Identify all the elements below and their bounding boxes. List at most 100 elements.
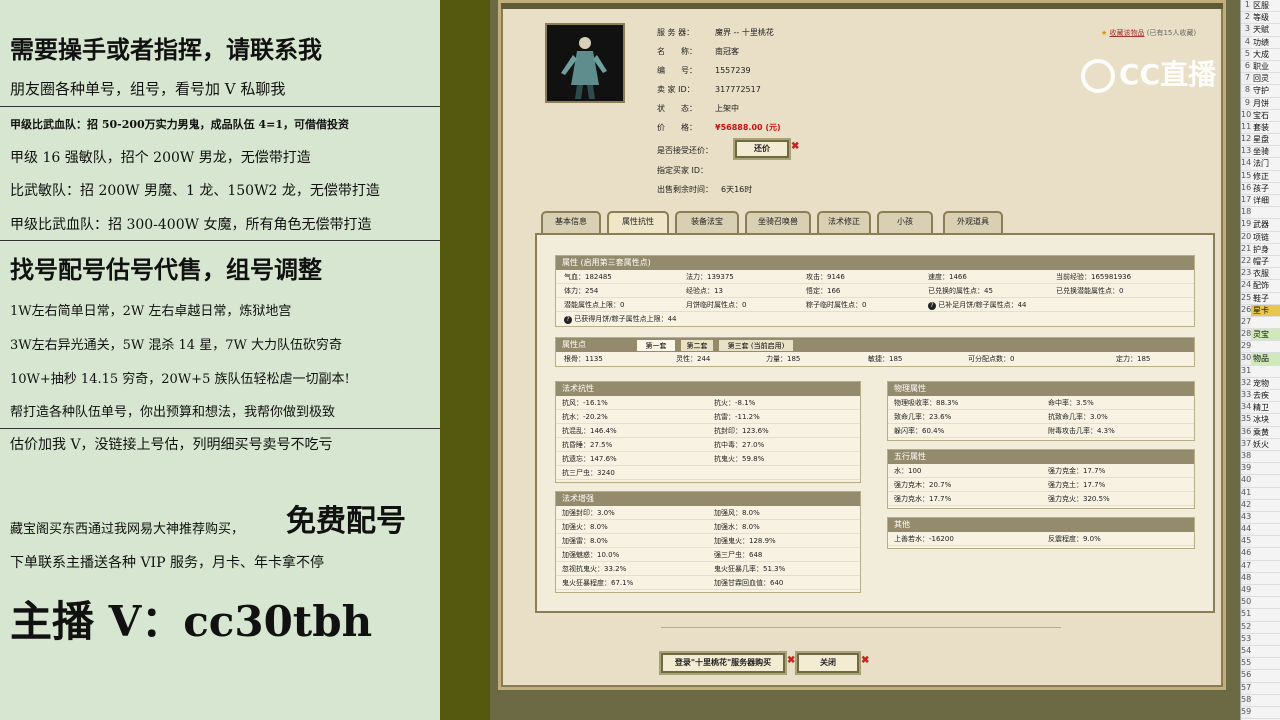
sheet-row[interactable]: 20 项链 xyxy=(1241,231,1280,244)
tab-2[interactable]: 属性抗性 xyxy=(607,211,669,233)
sheet-row[interactable]: 27 xyxy=(1241,316,1280,330)
sheet-cell[interactable]: 配饰 xyxy=(1251,280,1269,291)
sheet-cell[interactable]: 职业 xyxy=(1251,61,1269,72)
sheet-cell[interactable]: 鞋子 xyxy=(1251,293,1269,304)
sheet-row[interactable]: 21 护身 xyxy=(1241,243,1280,256)
sheet-row[interactable]: 55 xyxy=(1241,658,1280,671)
sheet-row[interactable]: 33 去疾 xyxy=(1241,390,1280,403)
sheet-cell[interactable] xyxy=(1251,317,1253,328)
sheet-row[interactable]: 29 xyxy=(1241,341,1280,354)
sheet-row[interactable]: 23 衣服 xyxy=(1241,268,1280,281)
tab-4[interactable]: 坐骑召唤兽 xyxy=(745,211,811,233)
sheet-row[interactable]: 53 xyxy=(1241,633,1280,646)
sheet-row[interactable]: 47 xyxy=(1241,560,1280,573)
sheet-cell[interactable] xyxy=(1251,463,1253,474)
sheet-cell[interactable] xyxy=(1251,683,1253,694)
sheet-row[interactable]: 30 物品 xyxy=(1241,353,1280,366)
sheet-row[interactable]: 18 xyxy=(1241,207,1280,220)
sheet-row[interactable]: 22 帽子 xyxy=(1241,255,1280,269)
sheet-row[interactable]: 10 宝石 xyxy=(1241,109,1280,122)
sheet-row[interactable]: 35 冰块 xyxy=(1241,414,1280,427)
tab-7[interactable]: 外观道具 xyxy=(943,211,1003,233)
sheet-cell[interactable] xyxy=(1251,451,1253,462)
sheet-cell[interactable] xyxy=(1251,573,1253,584)
favorite-link[interactable]: ★ 收藏该物品 (已有15人收藏) xyxy=(1101,28,1196,38)
sheet-cell[interactable]: 衣服 xyxy=(1251,268,1269,279)
sheet-cell[interactable] xyxy=(1251,622,1253,633)
sheet-row[interactable]: 46 xyxy=(1241,548,1280,561)
sheet-cell[interactable]: 乘黄 xyxy=(1251,427,1269,438)
sheet-cell[interactable]: 详细 xyxy=(1251,195,1269,206)
sheet-cell[interactable]: 套装 xyxy=(1251,122,1269,133)
sheet-cell[interactable]: 物品 xyxy=(1251,353,1269,364)
sheet-row[interactable]: 17 详细 xyxy=(1241,195,1280,208)
sheet-cell[interactable] xyxy=(1251,366,1253,377)
sheet-cell[interactable]: 修正 xyxy=(1251,171,1269,182)
close-button[interactable]: 关闭 xyxy=(797,653,859,673)
sheet-cell[interactable]: 月饼 xyxy=(1251,98,1269,109)
sheet-cell[interactable]: 护身 xyxy=(1251,244,1269,255)
sheet-cell[interactable] xyxy=(1251,634,1253,645)
sheet-row[interactable]: 6 职业 xyxy=(1241,60,1280,74)
sheet-cell[interactable] xyxy=(1251,512,1253,523)
sheet-cell[interactable]: 宠物 xyxy=(1251,378,1269,389)
sheet-row[interactable]: 42 xyxy=(1241,499,1280,512)
sheet-row[interactable]: 3 天赋 xyxy=(1241,24,1280,37)
sheet-row[interactable]: 36 乘黄 xyxy=(1241,426,1280,439)
sheet-cell[interactable] xyxy=(1251,695,1253,706)
sheet-row[interactable]: 4 功绩 xyxy=(1241,36,1280,49)
sheet-cell[interactable]: 星盘 xyxy=(1251,134,1269,145)
sheet-row[interactable]: 37 妖火 xyxy=(1241,438,1280,451)
bargain-button[interactable]: 还价 xyxy=(735,140,789,158)
sheet-cell[interactable]: 大成 xyxy=(1251,49,1269,60)
sheet-row[interactable]: 48 xyxy=(1241,572,1280,585)
sheet-row[interactable]: 24 配饰 xyxy=(1241,280,1280,293)
sheet-row[interactable]: 9 月饼 xyxy=(1241,97,1280,110)
help-icon[interactable]: ? xyxy=(564,316,572,324)
sheet-row[interactable]: 14 法门 xyxy=(1241,158,1280,171)
sheet-row[interactable]: 31 xyxy=(1241,365,1280,378)
sheet-row[interactable]: 7 回灵 xyxy=(1241,73,1280,86)
sheet-cell[interactable]: 宝石 xyxy=(1251,110,1269,121)
sheet-row[interactable]: 25 鞋子 xyxy=(1241,292,1280,305)
sheet-cell[interactable] xyxy=(1251,488,1253,499)
tab-5[interactable]: 法术修正 xyxy=(817,211,871,233)
sheet-cell[interactable]: 灵宝 xyxy=(1251,329,1269,340)
sheet-cell[interactable]: 天赋 xyxy=(1251,24,1269,35)
sheet-cell[interactable]: 功绩 xyxy=(1251,37,1269,48)
sheet-row[interactable]: 5 大成 xyxy=(1241,48,1280,61)
sheet-row[interactable]: 12 星盘 xyxy=(1241,134,1280,147)
sheet-cell[interactable]: 妖火 xyxy=(1251,439,1269,450)
tab-3[interactable]: 装备法宝 xyxy=(675,211,739,233)
sheet-cell[interactable]: 等级 xyxy=(1251,12,1269,23)
points-tab-2[interactable]: 第二套 xyxy=(680,339,714,352)
sheet-row[interactable]: 58 xyxy=(1241,694,1280,707)
sheet-cell[interactable]: 精卫 xyxy=(1251,402,1269,413)
sheet-cell[interactable] xyxy=(1251,609,1253,620)
login-buy-button[interactable]: 登录"十里桃花"服务器购买 xyxy=(661,653,785,673)
sheet-row[interactable]: 19 武器 xyxy=(1241,219,1280,232)
sheet-cell[interactable]: 帽子 xyxy=(1251,256,1269,267)
sheet-row[interactable]: 2 等级 xyxy=(1241,12,1280,25)
help-icon[interactable]: ? xyxy=(928,302,936,310)
tab-6[interactable]: 小孩 xyxy=(877,211,933,233)
points-tab-1[interactable]: 第一套 xyxy=(636,339,676,352)
sheet-row[interactable]: 1 区服 xyxy=(1241,0,1280,13)
sheet-cell[interactable]: 守护 xyxy=(1251,85,1269,96)
sheet-row[interactable]: 40 xyxy=(1241,475,1280,488)
sheet-row[interactable]: 57 xyxy=(1241,682,1280,695)
sheet-row[interactable]: 13 坐骑 xyxy=(1241,146,1280,159)
sheet-cell[interactable] xyxy=(1251,341,1253,352)
sheet-row[interactable]: 43 xyxy=(1241,511,1280,525)
sheet-row[interactable]: 26 星卡 xyxy=(1241,304,1280,317)
sheet-row[interactable]: 59 xyxy=(1241,706,1280,720)
sheet-cell[interactable]: 去疾 xyxy=(1251,390,1269,401)
sheet-cell[interactable]: 区服 xyxy=(1251,0,1269,11)
sheet-cell[interactable] xyxy=(1251,524,1253,535)
sheet-row[interactable]: 38 xyxy=(1241,450,1280,464)
sheet-row[interactable]: 39 xyxy=(1241,463,1280,476)
sheet-row[interactable]: 28 灵宝 xyxy=(1241,329,1280,342)
sheet-cell[interactable] xyxy=(1251,646,1253,657)
sheet-cell[interactable] xyxy=(1251,670,1253,681)
sheet-cell[interactable]: 武器 xyxy=(1251,219,1269,230)
